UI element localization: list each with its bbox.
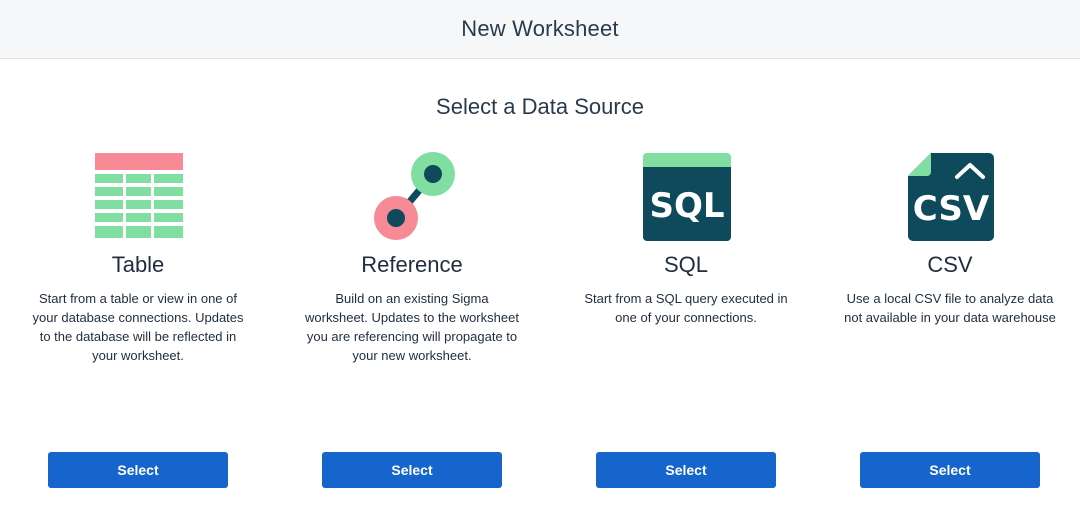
csv-icon: CSV	[905, 150, 995, 242]
sql-icon-text: SQL	[649, 186, 724, 226]
table-icon	[93, 150, 183, 242]
page-title: New Worksheet	[461, 16, 619, 41]
select-table-button[interactable]: Select	[48, 452, 228, 488]
card-description: Start from a SQL query executed in one o…	[584, 291, 788, 325]
section-title: Select a Data Source	[436, 94, 644, 119]
data-source-card-sql: SQL SQL Start from a SQL query executed …	[566, 150, 806, 495]
sql-icon: SQL	[641, 150, 731, 242]
select-csv-button[interactable]: Select	[860, 452, 1040, 488]
card-title: Table	[111, 252, 165, 277]
data-source-card-reference: Reference Build on an existing Sigma wor…	[292, 150, 532, 495]
card-title: SQL	[663, 252, 709, 277]
card-description: Use a local CSV file to analyze data not…	[844, 291, 1056, 325]
data-source-card-table: Table Start from a table or view in one …	[18, 150, 258, 495]
card-title: CSV	[927, 252, 973, 277]
card-title: Reference	[361, 252, 463, 277]
csv-icon-text: CSV	[913, 189, 990, 229]
header-bar: New Worksheet	[0, 0, 1080, 59]
reference-icon	[367, 150, 457, 242]
card-description: Start from a table or view in one of you…	[32, 291, 244, 363]
card-description: Build on an existing Sigma worksheet. Up…	[305, 291, 519, 363]
select-sql-button[interactable]: Select	[596, 452, 776, 488]
select-reference-button[interactable]: Select	[322, 452, 502, 488]
data-source-card-csv: CSV CSV Use a local CSV file to analyze …	[830, 150, 1070, 495]
